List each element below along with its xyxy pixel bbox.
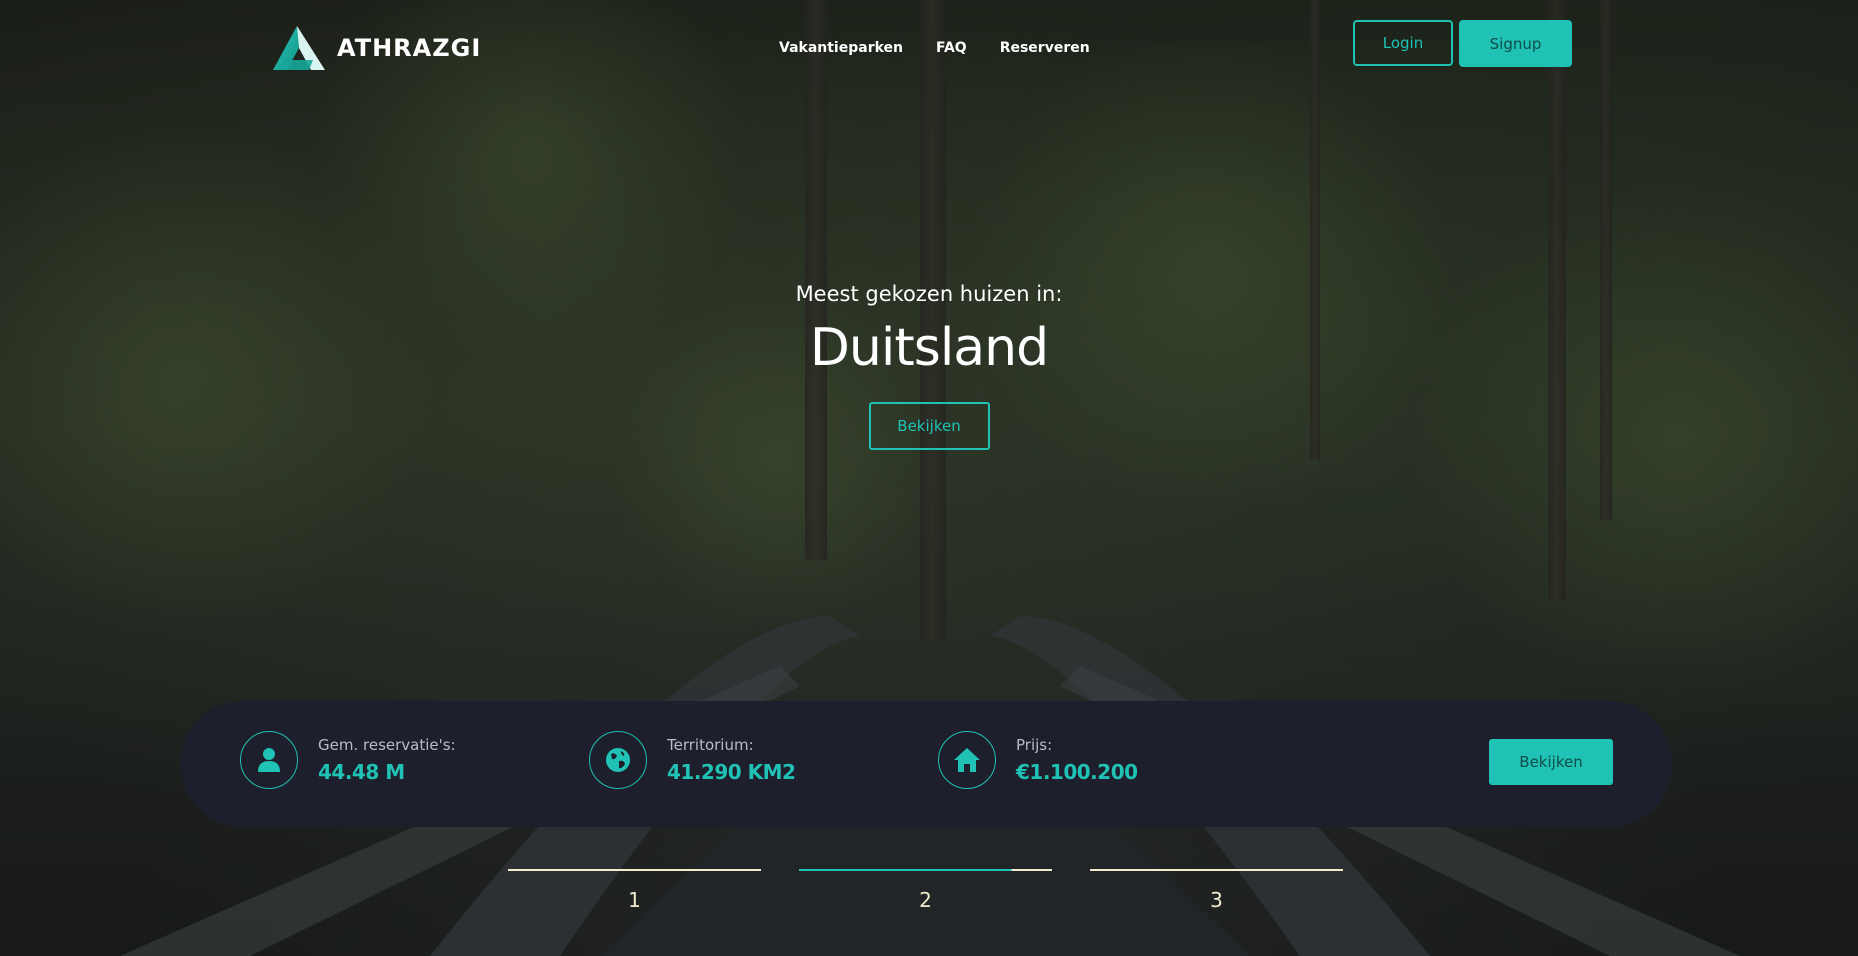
- login-button[interactable]: Login: [1353, 20, 1453, 66]
- user-icon: [240, 731, 298, 789]
- pager-item-3[interactable]: 3: [1090, 869, 1343, 912]
- pager-item-1[interactable]: 1: [508, 869, 761, 912]
- stat-value: 41.290 KM2: [667, 760, 796, 784]
- stat-label: Prijs:: [1016, 736, 1053, 754]
- main-nav: Vakantieparken FAQ Reserveren: [779, 40, 1090, 56]
- stat-label: Gem. reservatie's:: [318, 736, 456, 754]
- info-view-button[interactable]: Bekijken: [1489, 739, 1613, 785]
- nav-item-faq[interactable]: FAQ: [936, 40, 967, 56]
- stat-reservations: Gem. reservatie's: 44.48 M: [240, 731, 456, 789]
- logo-icon: [273, 26, 325, 70]
- info-bar: Gem. reservatie's: 44.48 M Territorium: …: [180, 701, 1672, 827]
- hero-section: Meest gekozen huizen in: Duitsland Bekij…: [0, 282, 1858, 450]
- home-icon: [938, 731, 996, 789]
- stat-value: 44.48 M: [318, 760, 405, 784]
- brand-name: ATHRAZGI: [337, 34, 482, 62]
- pager-line-active: [799, 869, 1052, 871]
- pager-line: [508, 869, 761, 871]
- brand-logo[interactable]: ATHRAZGI: [271, 24, 481, 72]
- hero-page: ATHRAZGI Vakantieparken FAQ Reserveren L…: [0, 0, 1858, 956]
- signup-button[interactable]: Signup: [1459, 20, 1572, 67]
- hero-title: Duitsland: [809, 318, 1049, 378]
- pager-number: 1: [628, 888, 641, 912]
- nav-item-reserveren[interactable]: Reserveren: [1000, 40, 1090, 56]
- nav-item-vakantieparken[interactable]: Vakantieparken: [779, 40, 903, 56]
- stat-label: Territorium:: [667, 736, 754, 754]
- hero-subtitle: Meest gekozen huizen in:: [795, 282, 1063, 306]
- pager-number: 2: [919, 888, 932, 912]
- hero-view-button[interactable]: Bekijken: [868, 402, 990, 450]
- pager-line: [1090, 869, 1343, 871]
- stat-territory: Territorium: 41.290 KM2: [589, 731, 796, 789]
- pager-item-2[interactable]: 2: [799, 869, 1052, 912]
- stat-value: €1.100.200: [1016, 760, 1138, 784]
- pager-number: 3: [1210, 888, 1223, 912]
- globe-icon: [589, 731, 647, 789]
- stat-price: Prijs: €1.100.200: [938, 731, 1138, 789]
- auth-buttons: Login Signup: [1353, 20, 1572, 67]
